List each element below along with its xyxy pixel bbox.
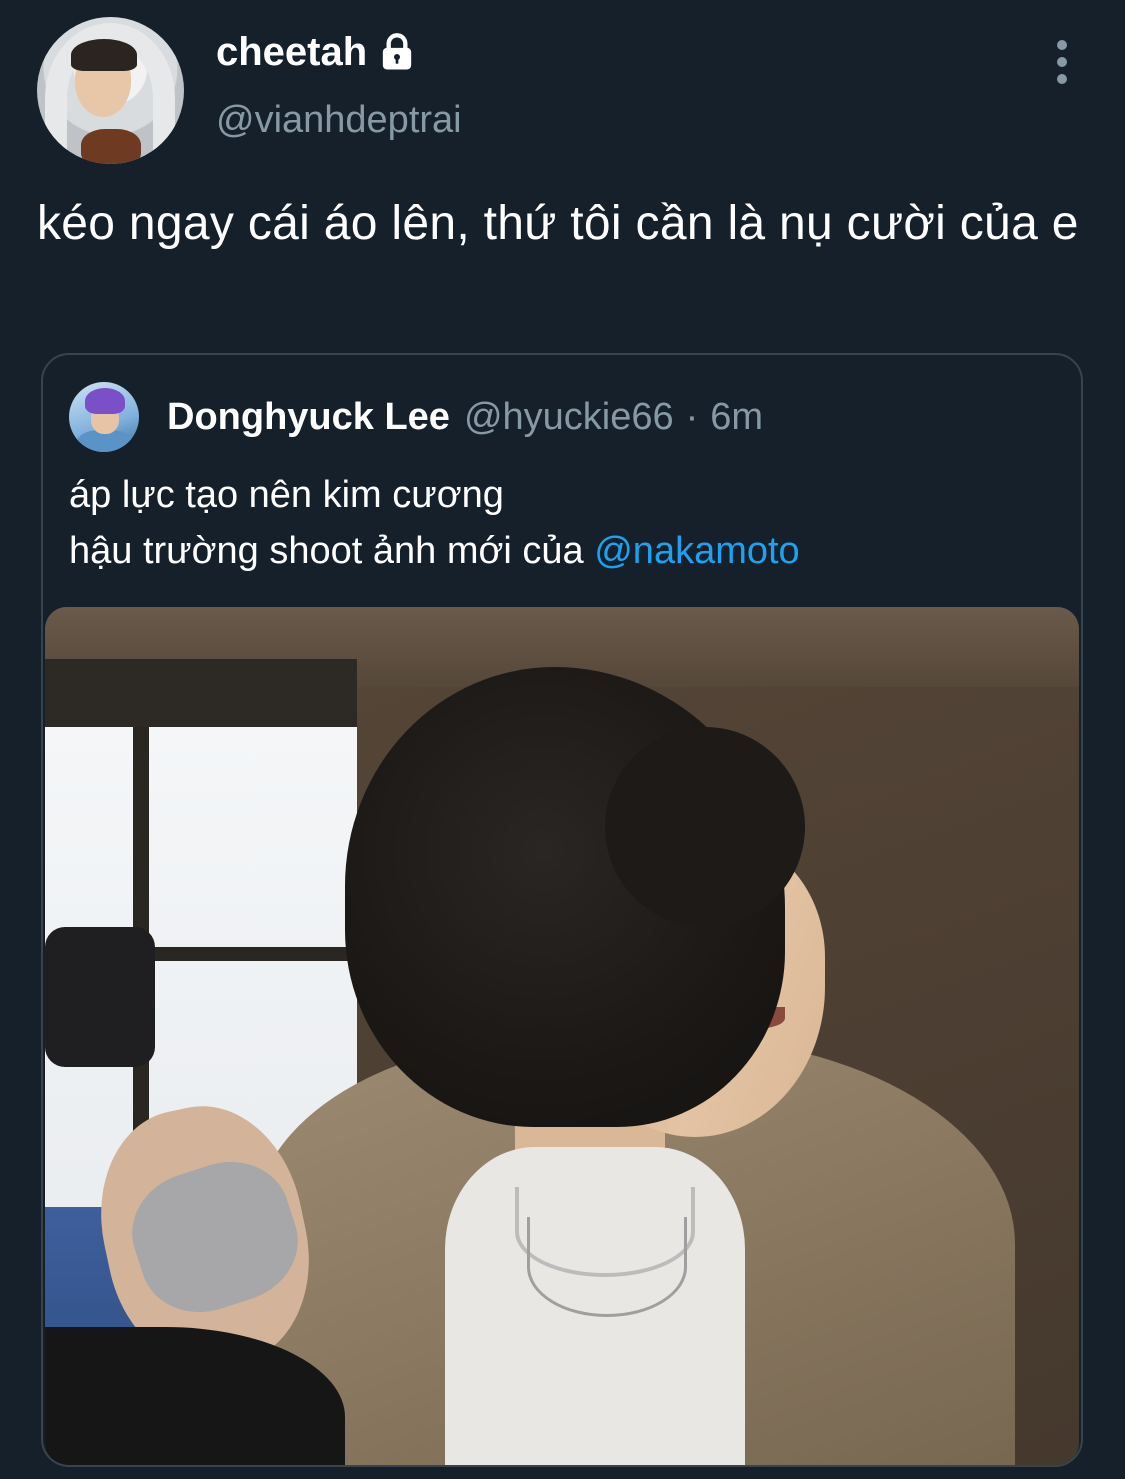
more-vertical-icon[interactable] <box>1050 40 1074 84</box>
quoted-tweet-photo[interactable] <box>45 607 1079 1465</box>
quoted-text-line-2: hậu trường shoot ảnh mới của @nakamoto <box>69 523 1049 579</box>
author-avatar[interactable] <box>37 17 184 164</box>
meta-separator: · <box>685 395 699 438</box>
author-handle[interactable]: @vianhdeptrai <box>216 97 462 143</box>
quoted-text-line-1: áp lực tạo nên kim cương <box>69 474 504 516</box>
quoted-tweet-text: áp lực tạo nên kim cương hậu trường shoo… <box>69 467 1049 579</box>
author-display-name[interactable]: cheetah <box>216 28 417 76</box>
quoted-tweet-header: Donghyuck Lee @hyuckie66 · 6m <box>69 379 763 455</box>
quoted-author-handle[interactable]: @hyuckie66 <box>464 396 674 439</box>
quoted-tweet-card[interactable]: Donghyuck Lee @hyuckie66 · 6m áp lực tạo… <box>41 353 1083 1467</box>
tweet: cheetah @vianhdeptrai kéo ngay cái áo lê… <box>0 0 1125 1479</box>
quoted-author-avatar[interactable] <box>69 382 139 452</box>
quoted-timestamp[interactable]: 6m <box>710 396 763 439</box>
quoted-text-line-2-prefix: hậu trường shoot ảnh mới của <box>69 530 595 572</box>
quoted-author-name[interactable]: Donghyuck Lee <box>167 396 450 439</box>
lock-icon <box>383 33 412 70</box>
tweet-text: kéo ngay cái áo lên, thứ tôi cần là nụ c… <box>37 197 1079 250</box>
mention-link[interactable]: @nakamoto <box>594 530 799 572</box>
author-name-text[interactable]: cheetah <box>216 28 367 76</box>
